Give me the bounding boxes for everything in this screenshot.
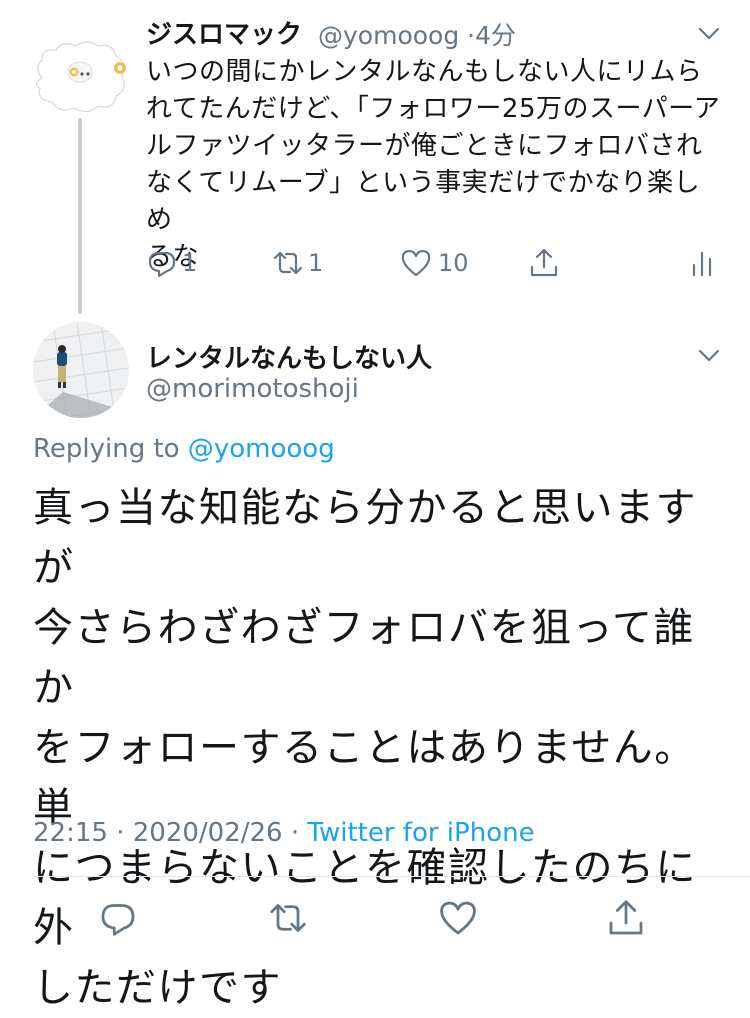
tweet2-share-button[interactable] [606, 898, 646, 938]
avatar[interactable] [33, 322, 129, 418]
profile-photo [33, 322, 129, 418]
sheep-avatar-image [35, 41, 126, 113]
tweet1-retweet-count: 1 [308, 249, 324, 277]
tweet2-time: 22:15 [33, 818, 108, 848]
chevron-down-icon[interactable] [696, 20, 722, 46]
tweet1-analytics-button[interactable] [686, 243, 718, 283]
tweet1-reply-button[interactable]: 1 [146, 243, 197, 283]
tweet1-text-line: いつの間にかレンタルなんもしない人にリムら [146, 57, 703, 87]
tweet2-date: 2020/02/26 [132, 818, 283, 848]
tweet1-author-name[interactable]: ジスロマック [146, 14, 302, 51]
thread-connector-line [78, 118, 82, 314]
tweet1-text-line: れてたんだけど、「フォロワー25万のスーパーア [146, 94, 721, 124]
replying-to-label: Replying to [33, 434, 180, 464]
reply-icon [101, 904, 135, 936]
retweet-icon [270, 904, 306, 932]
tweet2-handle[interactable]: @morimotoshoji [146, 374, 359, 404]
tweet2-text-line: 真っ当な知能なら分かると思いますが [33, 485, 697, 591]
tweet2-reply-button[interactable] [98, 898, 138, 938]
tweet1-time[interactable]: 4分 [475, 21, 516, 50]
tweet1-like-count: 10 [438, 249, 469, 277]
avatar[interactable] [28, 38, 130, 116]
like-icon [440, 901, 476, 935]
tweet2-like-button[interactable] [438, 898, 478, 938]
tweet1-separator: · [467, 21, 476, 50]
tweet1-share-button[interactable] [528, 243, 560, 283]
tweet1-handle-time[interactable]: @yomooog ·4分 [318, 16, 516, 52]
analytics-icon [692, 251, 712, 277]
tweet2-text-line: 今さらわざわざフォロバを狙って誰か [33, 605, 695, 711]
share-icon [530, 248, 558, 277]
tweet1-like-button[interactable]: 10 [400, 243, 469, 283]
share-icon [609, 900, 643, 935]
like-icon [401, 249, 431, 277]
tweet2-timestamp-line: 22:15 · 2020/02/26 · Twitter for iPhone [33, 818, 535, 848]
tweet1-reply-count: 1 [182, 249, 198, 277]
divider [33, 876, 750, 877]
chevron-down-icon[interactable] [696, 342, 722, 368]
meta-separator: · [290, 818, 300, 848]
tweet1-retweet-button[interactable]: 1 [272, 243, 323, 283]
tweet2-retweet-button[interactable] [268, 898, 308, 938]
tweet1-handle[interactable]: @yomooog [318, 21, 459, 50]
reply-icon [148, 251, 176, 278]
tweet2-source-link[interactable]: Twitter for iPhone [307, 818, 534, 848]
retweet-icon [273, 251, 303, 275]
tweet1-text-line: ルファツイッタラーが俺ごときにフォロバされ [146, 131, 703, 161]
tweet2-author-name[interactable]: レンタルなんもしない人 [146, 338, 432, 375]
replying-to-line: Replying to @yomooog [33, 434, 335, 464]
tweet1-text-line: なくてリムーブ」という事実だけでかなり楽しめ [146, 168, 701, 235]
replying-to-handle-link[interactable]: @yomooog [188, 434, 335, 464]
meta-separator: · [116, 818, 125, 848]
tweet2-text-line: しただけです [33, 965, 282, 1011]
